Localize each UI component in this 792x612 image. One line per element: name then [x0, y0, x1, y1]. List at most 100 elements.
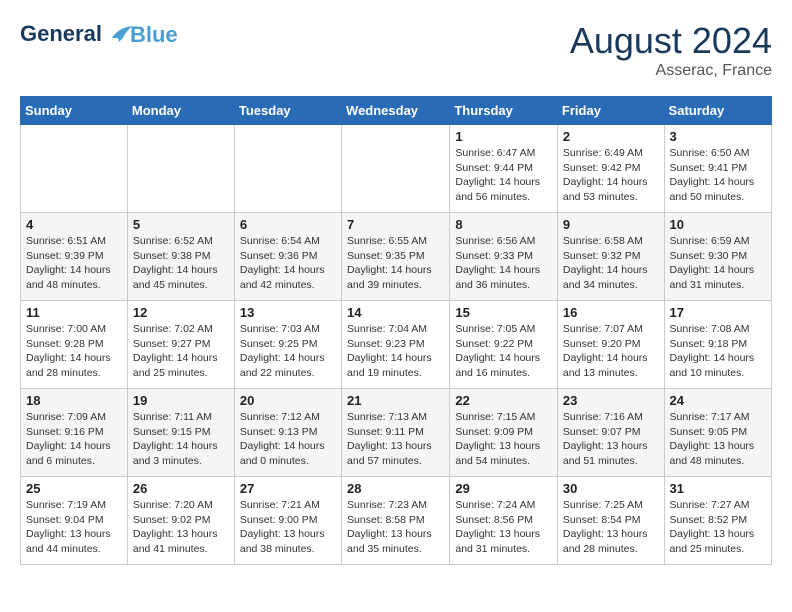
day-detail-line: Sunrise: 7:03 AM — [240, 323, 320, 335]
day-detail-line: and 10 minutes. — [670, 367, 745, 379]
calendar-cell: 26 Sunrise: 7:20 AMSunset: 9:02 PMDayligh… — [127, 477, 234, 565]
col-header-thursday: Thursday — [450, 97, 558, 125]
day-detail: Sunrise: 7:25 AMSunset: 8:54 PMDaylight:… — [563, 498, 659, 557]
day-detail-line: Sunrise: 7:12 AM — [240, 411, 320, 423]
day-detail-line: Sunrise: 6:51 AM — [26, 235, 106, 247]
day-detail-line: Daylight: 13 hours — [670, 440, 755, 452]
day-detail-line: Daylight: 13 hours — [240, 528, 325, 540]
day-detail: Sunrise: 7:21 AMSunset: 9:00 PMDaylight:… — [240, 498, 336, 557]
day-detail: Sunrise: 7:16 AMSunset: 9:07 PMDaylight:… — [563, 410, 659, 469]
day-detail-line: Daylight: 14 hours — [347, 264, 432, 276]
calendar-cell: 10Sunrise: 6:59 AMSunset: 9:30 PMDayligh… — [664, 213, 771, 301]
day-detail-line: Sunset: 9:18 PM — [670, 338, 748, 350]
day-detail-line: and 56 minutes. — [455, 191, 530, 203]
month-year-title: August 2024 — [570, 20, 772, 62]
calendar-cell: 13Sunrise: 7:03 AMSunset: 9:25 PMDayligh… — [234, 301, 341, 389]
day-detail: Sunrise: 7:20 AMSunset: 9:02 PMDaylight:… — [133, 498, 229, 557]
day-detail-line: Sunrise: 7:00 AM — [26, 323, 106, 335]
day-detail-line: Daylight: 14 hours — [133, 440, 218, 452]
day-detail-line: Sunrise: 7:20 AM — [133, 499, 213, 511]
week-row-5: 25Sunrise: 7:19 AMSunset: 9:04 PMDayligh… — [21, 477, 772, 565]
day-detail: Sunrise: 6:49 AMSunset: 9:42 PMDaylight:… — [563, 146, 659, 205]
day-detail-line: Daylight: 14 hours — [563, 352, 648, 364]
day-detail-line: and 44 minutes. — [26, 543, 101, 555]
day-detail-line: and 36 minutes. — [455, 279, 530, 291]
day-detail-line: Daylight: 13 hours — [563, 528, 648, 540]
day-detail-line: Daylight: 14 hours — [133, 352, 218, 364]
logo: General Blue — [20, 20, 178, 50]
day-detail-line: and 25 minutes. — [133, 367, 208, 379]
day-detail: Sunrise: 6:56 AMSunset: 9:33 PMDaylight:… — [455, 234, 552, 293]
day-detail-line: Sunrise: 7:27 AM — [670, 499, 750, 511]
day-number: 27 — [240, 481, 336, 496]
day-detail-line: Sunset: 9:38 PM — [133, 250, 211, 262]
calendar-table: SundayMondayTuesdayWednesdayThursdayFrid… — [20, 96, 772, 565]
day-detail: Sunrise: 7:08 AMSunset: 9:18 PMDaylight:… — [670, 322, 766, 381]
day-detail-line: Sunrise: 7:21 AM — [240, 499, 320, 511]
day-detail-line: Daylight: 14 hours — [240, 264, 325, 276]
day-detail-line: Daylight: 13 hours — [347, 528, 432, 540]
day-detail: Sunrise: 7:19 AMSunset: 9:04 PMDaylight:… — [26, 498, 122, 557]
day-detail-line: Sunrise: 7:17 AM — [670, 411, 750, 423]
day-detail-line: Daylight: 14 hours — [26, 352, 111, 364]
day-detail-line: Sunrise: 6:54 AM — [240, 235, 320, 247]
day-detail-line: and 57 minutes. — [347, 455, 422, 467]
day-detail-line: Sunrise: 7:23 AM — [347, 499, 427, 511]
day-detail-line: Daylight: 14 hours — [563, 176, 648, 188]
calendar-cell: 21Sunrise: 7:13 AMSunset: 9:11 PMDayligh… — [342, 389, 450, 477]
day-detail: Sunrise: 7:15 AMSunset: 9:09 PMDaylight:… — [455, 410, 552, 469]
day-detail-line: Daylight: 14 hours — [26, 264, 111, 276]
day-detail-line: and 53 minutes. — [563, 191, 638, 203]
calendar-cell: 5 Sunrise: 6:52 AMSunset: 9:38 PMDaylight… — [127, 213, 234, 301]
day-detail-line: and 35 minutes. — [347, 543, 422, 555]
day-number: 4 — [26, 217, 122, 232]
week-row-3: 11Sunrise: 7:00 AMSunset: 9:28 PMDayligh… — [21, 301, 772, 389]
day-detail-line: Daylight: 13 hours — [26, 528, 111, 540]
day-detail-line: Daylight: 13 hours — [347, 440, 432, 452]
day-detail-line: and 6 minutes. — [26, 455, 95, 467]
day-detail-line: and 25 minutes. — [670, 543, 745, 555]
day-detail-line: Sunset: 9:09 PM — [455, 426, 533, 438]
day-detail-line: and 22 minutes. — [240, 367, 315, 379]
day-detail-line: Daylight: 14 hours — [455, 176, 540, 188]
day-detail-line: and 51 minutes. — [563, 455, 638, 467]
calendar-cell: 27 Sunrise: 7:21 AMSunset: 9:00 PMDayligh… — [234, 477, 341, 565]
calendar-cell — [234, 125, 341, 213]
location-subtitle: Asserac, France — [570, 62, 772, 80]
day-number: 3 — [670, 129, 766, 144]
day-detail-line: Sunset: 9:23 PM — [347, 338, 425, 350]
col-header-wednesday: Wednesday — [342, 97, 450, 125]
day-number: 19 — [133, 393, 229, 408]
day-detail: Sunrise: 7:07 AMSunset: 9:20 PMDaylight:… — [563, 322, 659, 381]
day-number: 20 — [240, 393, 336, 408]
day-detail-line: Sunset: 8:58 PM — [347, 514, 425, 526]
day-detail-line: and 16 minutes. — [455, 367, 530, 379]
day-detail-line: Sunset: 9:42 PM — [563, 162, 641, 174]
calendar-cell: 3Sunrise: 6:50 AMSunset: 9:41 PMDaylight… — [664, 125, 771, 213]
day-detail: Sunrise: 7:02 AMSunset: 9:27 PMDaylight:… — [133, 322, 229, 381]
logo-general: General — [20, 21, 102, 46]
day-number: 17 — [670, 305, 766, 320]
day-number: 16 — [563, 305, 659, 320]
day-detail: Sunrise: 6:55 AMSunset: 9:35 PMDaylight:… — [347, 234, 444, 293]
day-detail-line: Daylight: 14 hours — [455, 352, 540, 364]
day-detail-line: Sunset: 9:30 PM — [670, 250, 748, 262]
calendar-cell: 6Sunrise: 6:54 AMSunset: 9:36 PMDaylight… — [234, 213, 341, 301]
title-block: August 2024 Asserac, France — [570, 20, 772, 80]
day-detail-line: Daylight: 13 hours — [455, 440, 540, 452]
day-detail: Sunrise: 6:58 AMSunset: 9:32 PMDaylight:… — [563, 234, 659, 293]
day-number: 26 — [133, 481, 229, 496]
day-detail: Sunrise: 7:13 AMSunset: 9:11 PMDaylight:… — [347, 410, 444, 469]
day-detail: Sunrise: 7:05 AMSunset: 9:22 PMDaylight:… — [455, 322, 552, 381]
day-detail: Sunrise: 7:11 AMSunset: 9:15 PMDaylight:… — [133, 410, 229, 469]
calendar-cell — [127, 125, 234, 213]
day-detail-line: Sunset: 9:36 PM — [240, 250, 318, 262]
day-number: 5 — [133, 217, 229, 232]
day-detail-line: and 28 minutes. — [563, 543, 638, 555]
day-detail-line: Daylight: 13 hours — [563, 440, 648, 452]
calendar-cell: 17 Sunrise: 7:08 AMSunset: 9:18 PMDayligh… — [664, 301, 771, 389]
day-detail-line: Sunset: 9:22 PM — [455, 338, 533, 350]
day-number: 29 — [455, 481, 552, 496]
day-number: 22 — [455, 393, 552, 408]
day-detail: Sunrise: 6:52 AMSunset: 9:38 PMDaylight:… — [133, 234, 229, 293]
